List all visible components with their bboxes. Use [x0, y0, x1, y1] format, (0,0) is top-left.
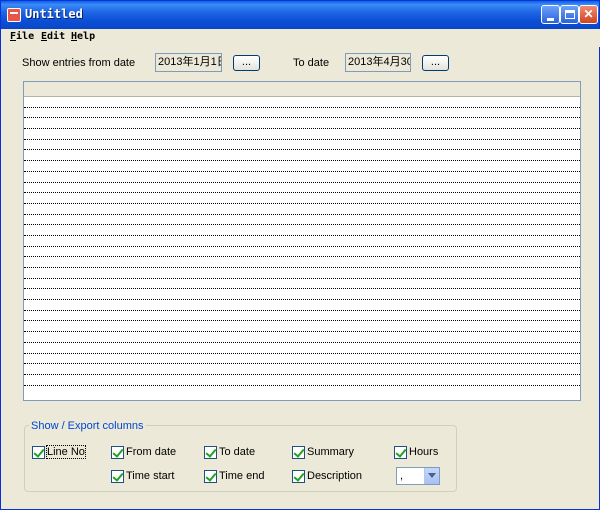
checkbox-from-date[interactable]: From date: [111, 445, 176, 459]
app-window: Untitled ✕ File Edit Help Show entries f…: [0, 0, 600, 510]
checkbox-label: Time end: [219, 470, 265, 482]
table-row[interactable]: [24, 150, 580, 162]
maximize-button[interactable]: [560, 5, 579, 24]
table-row[interactable]: [24, 204, 580, 215]
table-row[interactable]: [24, 172, 580, 183]
checkmark-icon[interactable]: [394, 445, 407, 459]
to-date-field[interactable]: 2013年4月30日: [345, 53, 411, 72]
entries-grid[interactable]: [23, 81, 581, 401]
checkmark-icon[interactable]: [32, 445, 45, 459]
table-row[interactable]: [24, 118, 580, 130]
chevron-down-icon[interactable]: [424, 468, 439, 484]
checkbox-label: Line No: [46, 445, 86, 459]
checkmark-icon[interactable]: [204, 469, 217, 483]
menu-file[interactable]: File: [10, 31, 34, 42]
table-row[interactable]: [24, 97, 580, 108]
checkbox-label: To date: [219, 446, 256, 458]
maximize-icon: [565, 10, 575, 19]
checkbox-label: Summary: [307, 446, 355, 458]
title-bar[interactable]: Untitled ✕: [1, 1, 599, 29]
table-row[interactable]: [24, 225, 580, 236]
table-row[interactable]: [24, 108, 580, 119]
checkbox-hours[interactable]: Hours: [394, 445, 438, 459]
to-date-label: To date: [293, 57, 330, 69]
separator-value: ,: [400, 470, 404, 482]
grid-rows: [24, 97, 580, 386]
separator-select[interactable]: ,: [396, 467, 440, 485]
from-date-label: Show entries from date: [22, 57, 136, 69]
close-button[interactable]: ✕: [579, 5, 598, 24]
table-row[interactable]: [24, 289, 580, 301]
columns-group-title: Show / Export columns: [29, 420, 146, 432]
menu-help[interactable]: Help: [71, 31, 95, 42]
table-row[interactable]: [24, 343, 580, 354]
from-date-field[interactable]: 2013年1月1日: [155, 53, 222, 72]
checkbox-summary[interactable]: Summary: [292, 445, 354, 459]
checkbox-label: From date: [126, 446, 177, 458]
table-row[interactable]: [24, 268, 580, 279]
table-row[interactable]: [24, 332, 580, 343]
table-row[interactable]: [24, 193, 580, 204]
checkmark-icon[interactable]: [111, 445, 124, 459]
checkbox-description[interactable]: Description: [292, 469, 362, 483]
checkmark-icon[interactable]: [292, 445, 305, 459]
table-row[interactable]: [24, 129, 580, 140]
table-row[interactable]: [24, 257, 580, 268]
menu-edit[interactable]: Edit: [41, 31, 65, 42]
checkbox-label: Description: [307, 470, 363, 482]
grid-header[interactable]: [24, 82, 580, 97]
table-row[interactable]: [24, 311, 580, 322]
table-row[interactable]: [24, 321, 580, 333]
table-row[interactable]: [24, 354, 580, 365]
checkbox-time-start[interactable]: Time start: [111, 469, 175, 483]
table-row[interactable]: [24, 375, 580, 386]
table-row[interactable]: [24, 215, 580, 226]
checkbox-label: Hours: [409, 446, 439, 458]
from-date-picker-button[interactable]: ...: [233, 55, 260, 71]
table-row[interactable]: [24, 161, 580, 172]
checkbox-line-no[interactable]: Line No: [32, 445, 86, 459]
checkmark-icon[interactable]: [292, 469, 305, 483]
table-row[interactable]: [24, 236, 580, 247]
checkbox-label: Time start: [126, 470, 175, 482]
checkbox-time-end[interactable]: Time end: [204, 469, 264, 483]
minimize-icon: [547, 18, 554, 21]
app-icon: [7, 8, 21, 22]
window-title: Untitled: [25, 7, 83, 21]
menu-bar: File Edit Help: [2, 29, 600, 47]
minimize-button[interactable]: [541, 5, 560, 24]
table-row[interactable]: [24, 247, 580, 258]
table-row[interactable]: [24, 300, 580, 311]
table-row[interactable]: [24, 364, 580, 375]
table-row[interactable]: [24, 279, 580, 290]
table-row[interactable]: [24, 183, 580, 194]
checkbox-to-date[interactable]: To date: [204, 445, 255, 459]
checkmark-icon[interactable]: [111, 469, 124, 483]
to-date-picker-button[interactable]: ...: [422, 55, 449, 71]
close-icon: ✕: [583, 7, 594, 21]
checkmark-icon[interactable]: [204, 445, 217, 459]
table-row[interactable]: [24, 140, 580, 151]
